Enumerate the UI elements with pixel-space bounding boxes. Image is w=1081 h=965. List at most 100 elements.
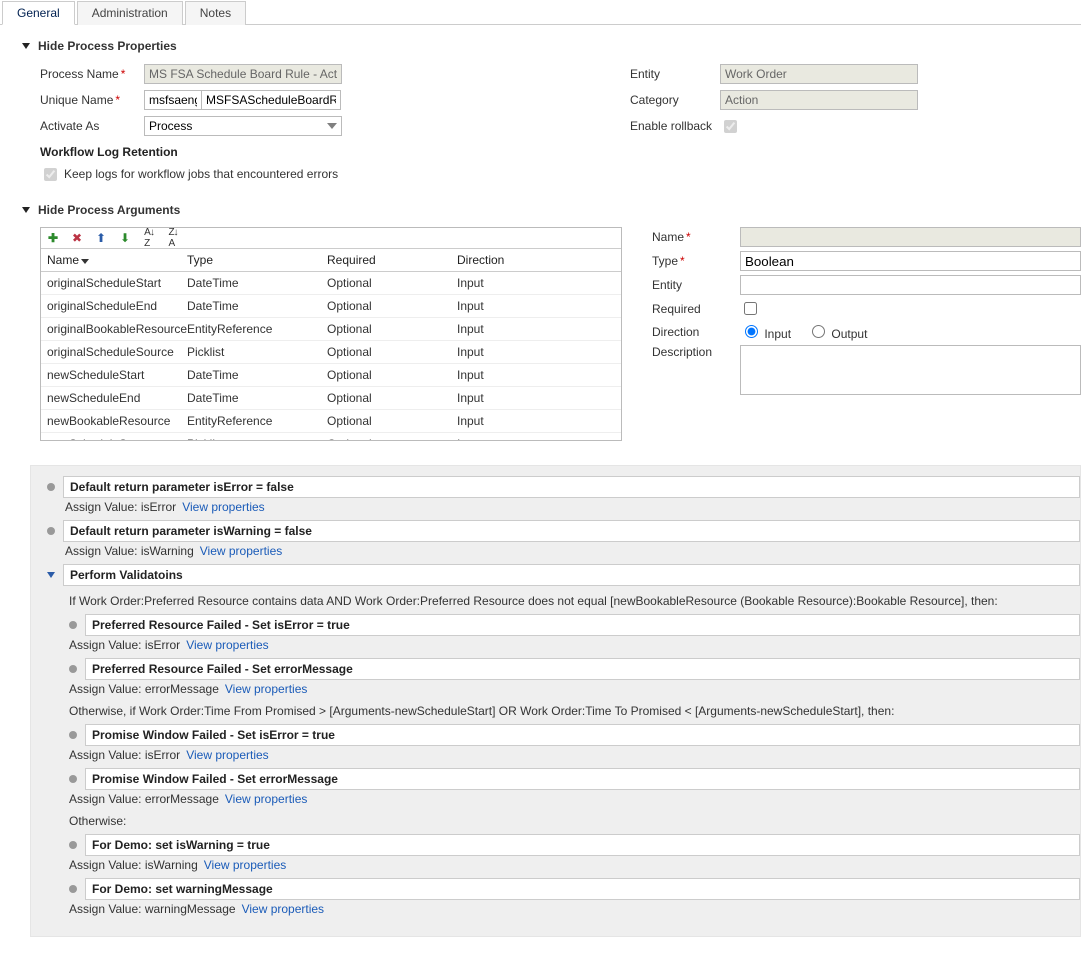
arg-direction-cell: Input — [457, 276, 577, 290]
step-title[interactable]: Default return parameter isWarning = fal… — [63, 520, 1080, 542]
arg-type-cell: DateTime — [187, 391, 327, 405]
condition-text: Otherwise, if Work Order:Time From Promi… — [69, 704, 1080, 718]
arg-name-cell: originalBookableResource — [47, 322, 187, 336]
arg-required-cell: Optional — [327, 391, 457, 405]
log-retention-label: Keep logs for workflow jobs that encount… — [64, 167, 338, 181]
arg-entity-input[interactable] — [740, 275, 1081, 295]
step-title[interactable]: For Demo: set isWarning = true — [85, 834, 1080, 856]
direction-output-radio[interactable]: Output — [807, 322, 867, 341]
sort-desc-button[interactable]: Z↓A — [165, 230, 181, 246]
table-row[interactable]: originalScheduleEndDateTimeOptionalInput — [41, 295, 621, 318]
arg-type-label: Type* — [652, 254, 740, 268]
col-required-header[interactable]: Required — [327, 253, 457, 267]
add-argument-button[interactable]: ✚ — [45, 230, 61, 246]
assign-value-target: isError — [141, 500, 176, 514]
table-row[interactable]: newScheduleEndDateTimeOptionalInput — [41, 387, 621, 410]
step-title[interactable]: Default return parameter isError = false — [63, 476, 1080, 498]
label-unique-name: Unique Name* — [40, 93, 144, 107]
arg-required-label: Required — [652, 302, 740, 316]
sort-asc-button[interactable]: A↓Z — [141, 230, 157, 246]
label-enable-rollback: Enable rollback — [630, 119, 720, 133]
arrow-up-icon: ⬆ — [96, 231, 106, 245]
arg-required-cell: Optional — [327, 345, 457, 359]
view-properties-link[interactable]: View properties — [186, 638, 269, 652]
table-row[interactable]: newScheduleSourcePicklistOptionalInput — [41, 433, 621, 440]
bullet-icon — [69, 621, 77, 629]
arguments-table: ✚ ✖ ⬆ ⬇ A↓Z Z↓A Name Type Required Direc… — [40, 227, 622, 441]
view-properties-link[interactable]: View properties — [186, 748, 269, 762]
move-down-button[interactable]: ⬇ — [117, 230, 133, 246]
arg-name-cell: originalScheduleSource — [47, 345, 187, 359]
step-title[interactable]: Promise Window Failed - Set errorMessage — [85, 768, 1080, 790]
bullet-icon — [69, 665, 77, 673]
assign-value-label: Assign Value: — [69, 902, 142, 916]
assign-value-label: Assign Value: — [69, 682, 142, 696]
assign-value-label: Assign Value: — [69, 858, 142, 872]
arg-type-cell: DateTime — [187, 368, 327, 382]
tab-notes[interactable]: Notes — [185, 1, 246, 25]
unique-name-input[interactable] — [201, 90, 341, 110]
table-row[interactable]: originalScheduleSourcePicklistOptionalIn… — [41, 341, 621, 364]
view-properties-link[interactable]: View properties — [204, 858, 287, 872]
tab-general[interactable]: General — [2, 1, 75, 25]
label-category: Category — [630, 93, 720, 107]
assign-value-label: Assign Value: — [65, 544, 138, 558]
plus-icon: ✚ — [48, 231, 58, 245]
view-properties-link[interactable]: View properties — [225, 682, 308, 696]
assign-value-label: Assign Value: — [69, 748, 142, 762]
arg-direction-cell: Input — [457, 414, 577, 428]
activate-as-select[interactable]: Process — [144, 116, 342, 136]
arg-name-label: Name* — [652, 230, 740, 244]
arg-direction-label: Direction — [652, 325, 740, 339]
arg-name-cell: newScheduleEnd — [47, 391, 187, 405]
assign-value-target: warningMessage — [145, 902, 236, 916]
section-process-arguments-label: Hide Process Arguments — [38, 203, 180, 217]
delete-icon: ✖ — [72, 231, 82, 245]
step-title[interactable]: Perform Validatoins — [63, 564, 1080, 586]
delete-argument-button[interactable]: ✖ — [69, 230, 85, 246]
table-row[interactable]: originalBookableResourceEntityReferenceO… — [41, 318, 621, 341]
view-properties-link[interactable]: View properties — [242, 902, 325, 916]
arg-required-cell: Optional — [327, 299, 457, 313]
bullet-icon — [47, 527, 55, 535]
arg-required-cell: Optional — [327, 368, 457, 382]
section-process-properties-toggle[interactable]: Hide Process Properties — [0, 25, 1081, 59]
arg-required-checkbox[interactable] — [744, 302, 757, 315]
arg-type-cell: DateTime — [187, 299, 327, 313]
view-properties-link[interactable]: View properties — [200, 544, 283, 558]
arg-name-input — [740, 227, 1081, 247]
assign-value-target: isError — [145, 638, 180, 652]
argument-form: Name* Type* Entity Required Direction In… — [652, 227, 1081, 441]
arg-type-input[interactable] — [740, 251, 1081, 271]
assign-value-label: Assign Value: — [69, 638, 142, 652]
step-title[interactable]: Preferred Resource Failed - Set isError … — [85, 614, 1080, 636]
step-title[interactable]: Promise Window Failed - Set isError = tr… — [85, 724, 1080, 746]
arg-description-textarea[interactable] — [740, 345, 1081, 395]
unique-name-prefix-input[interactable] — [144, 90, 202, 110]
assign-value-target: errorMessage — [145, 682, 219, 696]
direction-input-radio[interactable]: Input — [740, 322, 791, 341]
arg-type-cell: EntityReference — [187, 414, 327, 428]
view-properties-link[interactable]: View properties — [225, 792, 308, 806]
arrow-down-icon: ⬇ — [120, 231, 130, 245]
step-title[interactable]: Preferred Resource Failed - Set errorMes… — [85, 658, 1080, 680]
table-row[interactable]: newBookableResourceEntityReferenceOption… — [41, 410, 621, 433]
section-process-arguments-toggle[interactable]: Hide Process Arguments — [0, 189, 1081, 223]
col-direction-header[interactable]: Direction — [457, 253, 577, 267]
bullet-icon — [69, 885, 77, 893]
view-properties-link[interactable]: View properties — [182, 500, 265, 514]
tab-administration[interactable]: Administration — [77, 1, 183, 25]
label-entity: Entity — [630, 67, 720, 81]
table-row[interactable]: originalScheduleStartDateTimeOptionalInp… — [41, 272, 621, 295]
move-up-button[interactable]: ⬆ — [93, 230, 109, 246]
assign-value-target: errorMessage — [145, 792, 219, 806]
col-type-header[interactable]: Type — [187, 253, 327, 267]
step-title[interactable]: For Demo: set warningMessage — [85, 878, 1080, 900]
arg-type-cell: DateTime — [187, 276, 327, 290]
assign-value-target: isWarning — [145, 858, 198, 872]
table-row[interactable]: newScheduleStartDateTimeOptionalInput — [41, 364, 621, 387]
col-name-header[interactable]: Name — [47, 253, 187, 267]
arg-required-cell: Optional — [327, 414, 457, 428]
entity-input — [720, 64, 918, 84]
bullet-icon — [69, 731, 77, 739]
